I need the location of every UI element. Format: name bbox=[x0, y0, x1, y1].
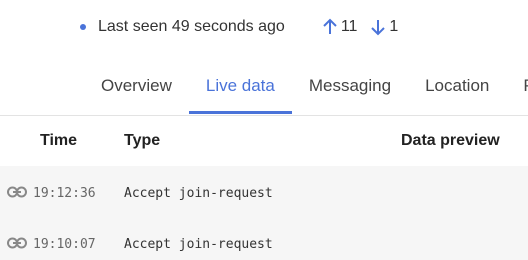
tab-live-data[interactable]: Live data bbox=[188, 64, 292, 114]
link-icon bbox=[7, 186, 27, 198]
table-row[interactable]: 19:12:36 Accept join-request bbox=[0, 166, 528, 216]
arrow-up-icon bbox=[323, 18, 337, 34]
table-body: 19:12:36 Accept join-request 19:10:07 Ac… bbox=[0, 166, 528, 260]
device-tabs: Overview Live data Messaging Location Pa bbox=[84, 64, 528, 114]
device-status-bar: Last seen 49 seconds ago 11 1 bbox=[80, 14, 398, 40]
uplink-count: 11 bbox=[340, 18, 358, 35]
event-time: 19:12:36 bbox=[33, 186, 96, 201]
table-header: Time Type Data preview bbox=[0, 116, 528, 166]
column-header-data-preview: Data preview bbox=[401, 132, 500, 149]
tab-location[interactable]: Location bbox=[408, 64, 506, 114]
last-seen-text: Last seen 49 seconds ago bbox=[98, 18, 285, 35]
table-row[interactable]: 19:10:07 Accept join-request bbox=[0, 217, 528, 260]
device-page: Last seen 49 seconds ago 11 1 Overview L… bbox=[0, 0, 528, 260]
event-type: Accept join-request bbox=[124, 186, 273, 201]
tab-payload-formatters[interactable]: Pa bbox=[506, 64, 528, 114]
event-time: 19:10:07 bbox=[33, 237, 96, 252]
tab-overview[interactable]: Overview bbox=[84, 64, 189, 114]
arrow-down-icon bbox=[371, 20, 386, 36]
event-type: Accept join-request bbox=[124, 237, 273, 252]
column-header-time: Time bbox=[40, 132, 78, 149]
link-icon bbox=[7, 237, 27, 249]
tab-messaging[interactable]: Messaging bbox=[292, 64, 408, 114]
uplink-counter: 11 bbox=[321, 18, 358, 36]
column-header-type: Type bbox=[124, 132, 161, 149]
downlink-counter: 1 bbox=[369, 18, 398, 36]
online-status-dot bbox=[80, 24, 86, 30]
downlink-count: 1 bbox=[389, 18, 399, 35]
